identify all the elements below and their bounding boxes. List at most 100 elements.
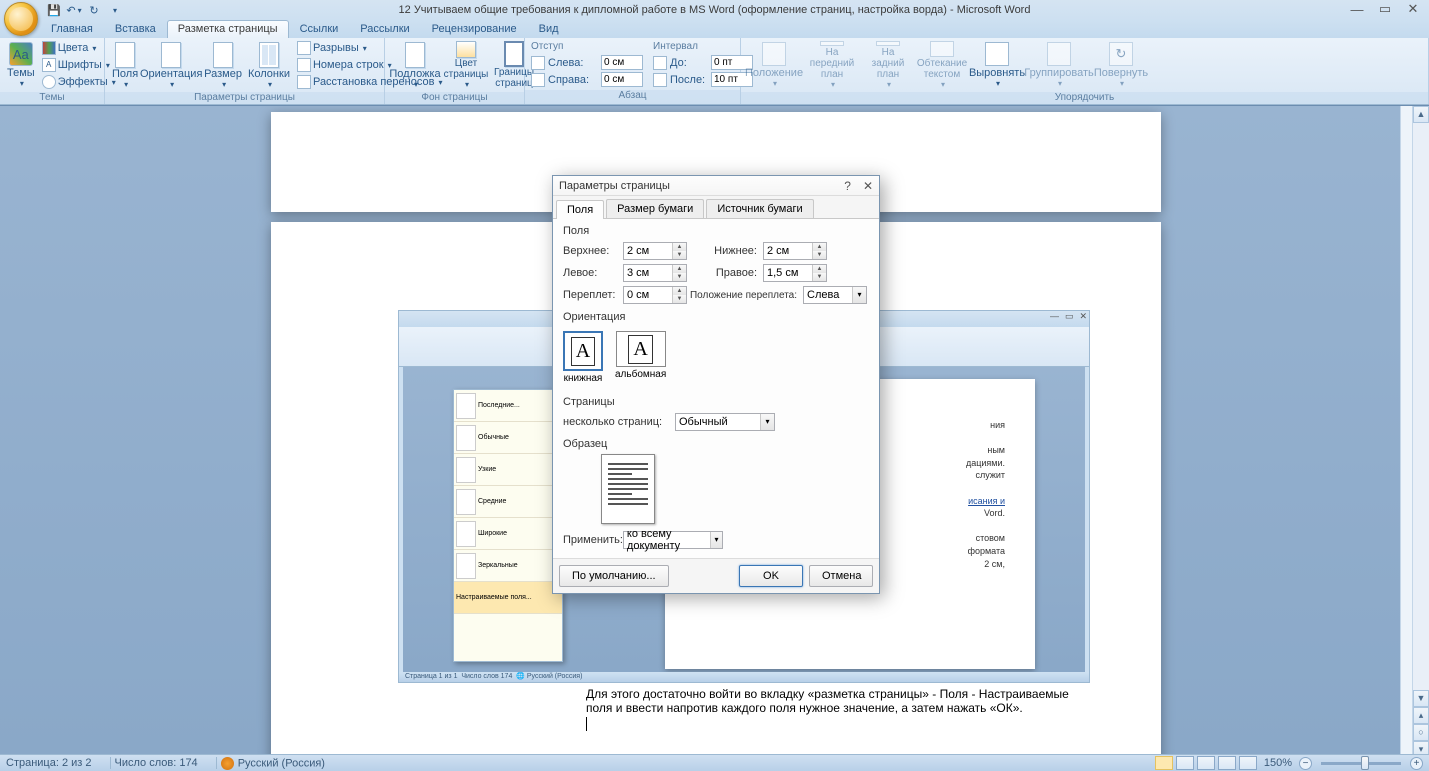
tab-page-layout[interactable]: Разметка страницы [167,20,289,38]
margins-button[interactable]: Поля▾ [111,40,139,90]
watermark-button[interactable]: Подложка▾ [391,40,439,90]
columns-button[interactable]: Колонки▾ [247,40,291,90]
rotate-button[interactable]: ↻Повернуть▾ [1095,40,1147,90]
gutter-input[interactable]: ▲▼ [623,286,687,304]
pages-section-header: Страницы [563,396,869,408]
close-button[interactable]: ✕ [1399,0,1427,18]
window-title: 12 Учитываем общие требования к дипломно… [399,4,1031,16]
dialog-tab-margins[interactable]: Поля [556,200,604,219]
tab-review[interactable]: Рецензирование [421,20,528,38]
colors-icon [42,41,56,55]
tab-view[interactable]: Вид [528,20,570,38]
view-print-layout[interactable] [1155,756,1173,770]
dialog-title-bar[interactable]: Параметры страницы ? ✕ [553,176,879,196]
linenum-icon [297,58,311,72]
view-web-layout[interactable] [1197,756,1215,770]
ok-button[interactable]: OK [739,565,803,587]
themes-button[interactable]: Aa Темы▾ [6,40,36,90]
space-before-icon [653,56,667,70]
group-button[interactable]: Группировать▾ [1027,40,1091,90]
apply-to-combo[interactable]: ко всему документу▾ [623,531,723,549]
zoom-slider-thumb[interactable] [1361,756,1369,770]
effects-icon [42,75,56,89]
dialog-title: Параметры страницы [559,180,670,192]
pagecolor-icon [456,41,476,58]
maximize-button[interactable]: ▭ [1371,0,1399,18]
position-button[interactable]: Положение▾ [747,40,801,90]
orientation-portrait[interactable]: A книжная [563,331,603,384]
document-text[interactable]: Для этого достаточно войти во вкладку «р… [586,687,1091,731]
browse-object-button[interactable]: ○ [1413,724,1429,741]
status-page[interactable]: Страница: 2 из 2 [6,757,92,769]
gutter-position-combo[interactable]: Слева▾ [803,286,867,304]
page-color-button[interactable]: Цвет страницы▾ [443,40,489,90]
scroll-down-button[interactable]: ▼ [1413,690,1429,707]
office-button[interactable] [4,2,38,36]
indent-left-icon [531,56,545,70]
zoom-slider[interactable] [1321,762,1401,765]
vertical-ruler[interactable] [1400,106,1412,758]
zoom-level[interactable]: 150% [1264,757,1292,769]
minimize-button[interactable]: — [1343,0,1371,18]
view-full-screen[interactable] [1176,756,1194,770]
indent-header: Отступ [531,41,643,54]
margin-top-input[interactable]: ▲▼ [623,242,687,260]
orientation-landscape[interactable]: A альбомная [615,331,666,384]
dialog-close-button[interactable]: ✕ [863,179,873,193]
ribbon-tabs: Главная Вставка Разметка страницы Ссылки… [0,20,1429,38]
view-draft[interactable] [1239,756,1257,770]
bring-front-button[interactable]: На передний план▾ [805,40,859,90]
wrap-text-button[interactable]: Обтекание текстом▾ [917,40,967,90]
language-icon [221,757,234,770]
default-button[interactable]: По умолчанию... [559,565,669,587]
scroll-up-button[interactable]: ▲ [1413,106,1429,123]
tab-home[interactable]: Главная [40,20,104,38]
vertical-scrollbar[interactable]: ▲ ▼ ▴ ○ ▾ [1412,106,1429,758]
prev-page-button[interactable]: ▴ [1413,707,1429,724]
tab-insert[interactable]: Вставка [104,20,167,38]
spacing-header: Интервал [653,41,753,54]
title-bar: 💾 ↶▾ ↻ ▾ 12 Учитываем общие требования к… [0,0,1429,20]
status-bar: Страница: 2 из 2 Число слов: 174 Русский… [0,754,1429,771]
indent-left-input[interactable] [601,55,643,70]
zoom-out-button[interactable]: − [1299,757,1312,770]
wrap-icon [930,41,954,57]
status-language[interactable]: Русский (Россия) [221,757,325,770]
dialog-tab-source[interactable]: Источник бумаги [706,199,813,218]
columns-icon [259,42,279,68]
page-setup-dialog: Параметры страницы ? ✕ Поля Размер бумаг… [552,175,880,594]
margin-bottom-input[interactable]: ▲▼ [763,242,827,260]
tab-references[interactable]: Ссылки [289,20,350,38]
qat-save-icon[interactable]: 💾 [45,1,63,19]
zoom-in-button[interactable]: + [1410,757,1423,770]
cancel-button[interactable]: Отмена [809,565,873,587]
dialog-tab-paper[interactable]: Размер бумаги [606,199,704,218]
themes-label: Темы [7,67,35,79]
orientation-button[interactable]: Ориентация▾ [143,40,199,90]
orientation-section-header: Ориентация [563,311,869,323]
position-icon [762,42,786,66]
align-button[interactable]: Выровнять▾ [971,40,1023,90]
margin-left-input[interactable]: ▲▼ [623,264,687,282]
qat-undo-icon[interactable]: ↶▾ [65,1,83,19]
size-button[interactable]: Размер▾ [203,40,243,90]
status-words[interactable]: Число слов: 174 [115,757,198,769]
embedded-margins-menu: Последние... Обычные Узкие Средние Широк… [453,389,563,662]
margin-right-input[interactable]: ▲▼ [763,264,827,282]
send-back-button[interactable]: На задний план▾ [863,40,913,90]
multiple-pages-combo[interactable]: Обычный▾ [675,413,775,431]
indent-right-input[interactable] [601,72,643,87]
view-outline[interactable] [1218,756,1236,770]
indent-right-icon [531,73,545,87]
dialog-help-button[interactable]: ? [844,179,851,193]
preview-section-header: Образец [563,438,869,450]
qat-customize-icon[interactable]: ▾ [105,1,123,19]
align-icon [985,42,1009,66]
orientation-icon [161,42,181,68]
text-cursor [586,717,587,731]
qat-redo-icon[interactable]: ↻ [85,1,103,19]
front-icon [820,41,844,46]
tab-mailings[interactable]: Рассылки [349,20,420,38]
watermark-icon [405,42,425,68]
breaks-icon [297,41,311,55]
